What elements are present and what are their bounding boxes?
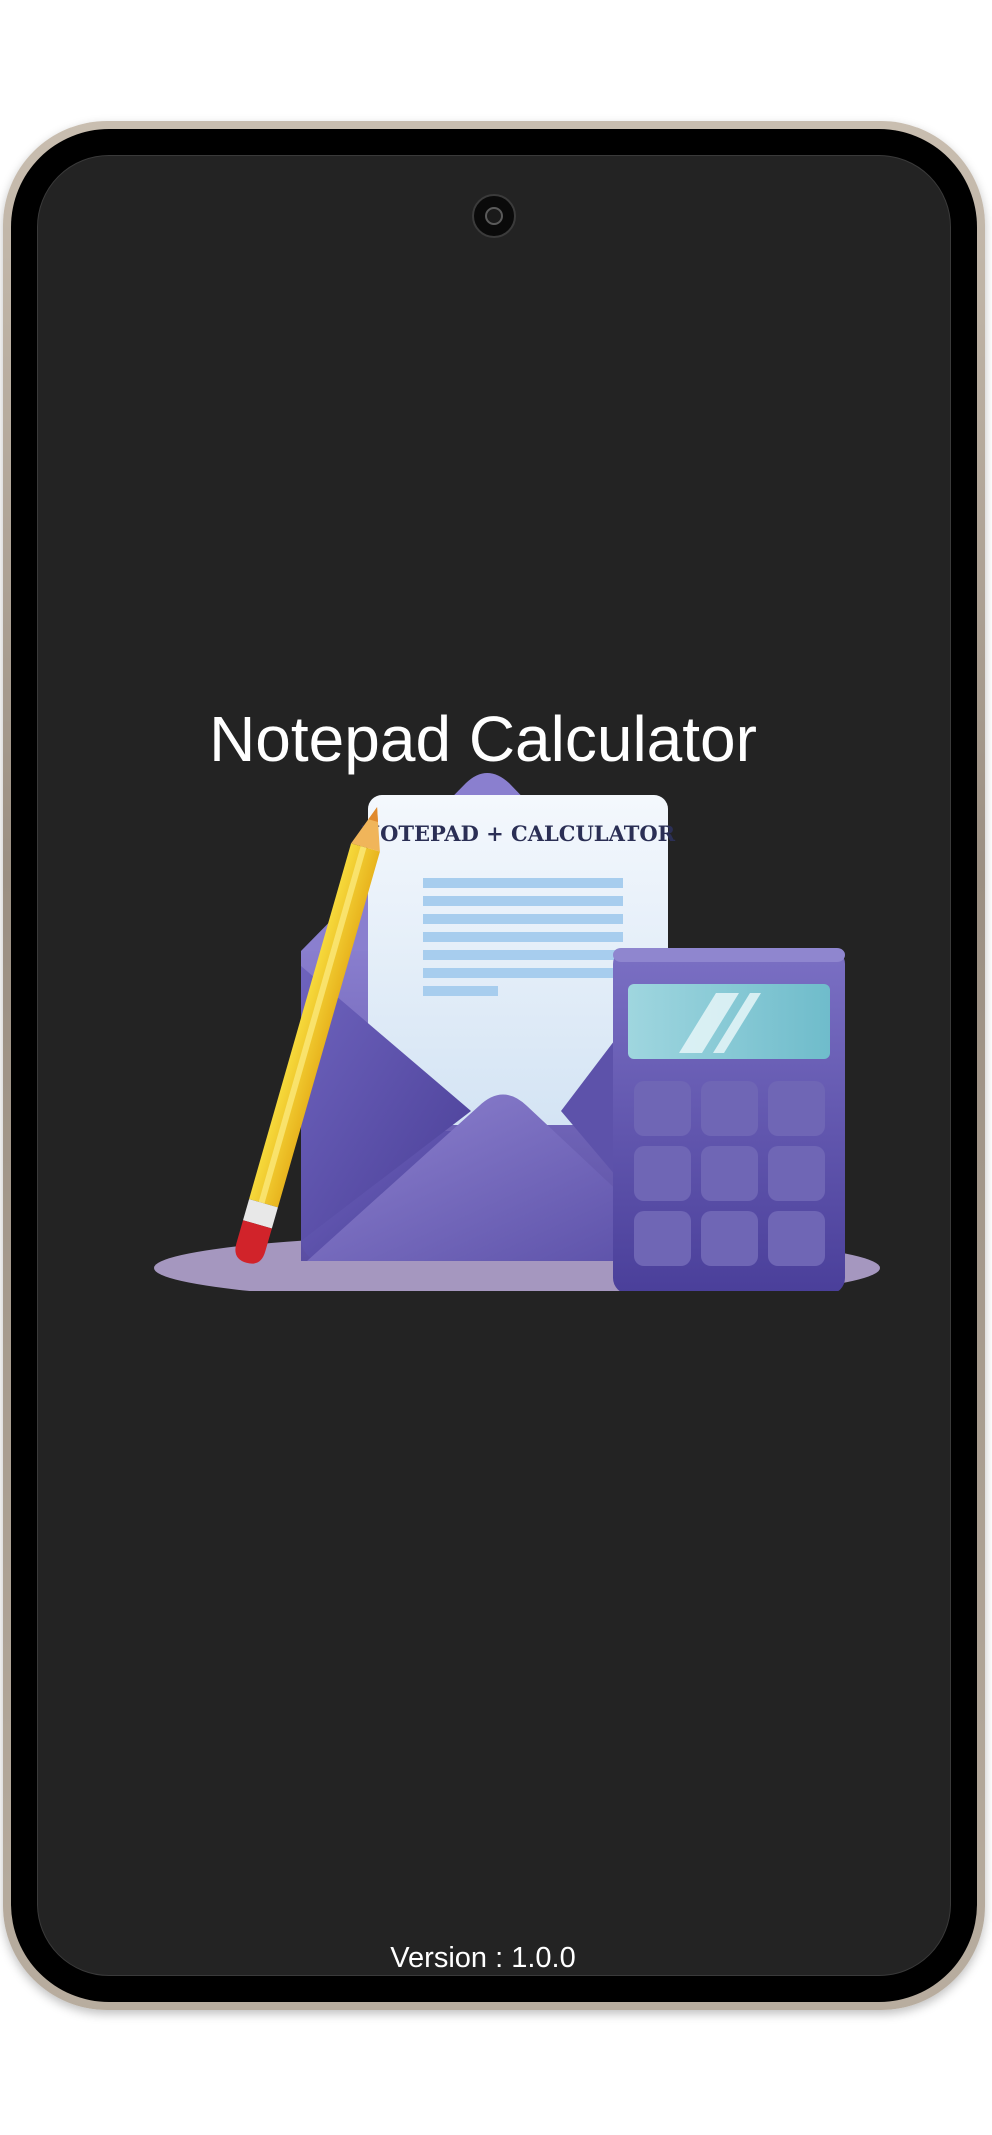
front-camera-icon: [472, 194, 516, 238]
app-title: Notepad Calculator: [209, 703, 757, 775]
page: Notepad Calculator NOTEPAD + CALCULATOR …: [0, 0, 992, 2135]
version-label: Version : 1.0.0: [390, 1942, 576, 1974]
phone-frame: Notepad Calculator NOTEPAD + CALCULATOR …: [3, 121, 985, 2010]
notepad-calculator-illustration: NOTEPAD + CALCULATOR: [154, 773, 880, 1291]
note-header: NOTEPAD + CALCULATOR: [361, 821, 676, 846]
calculator-icon: [613, 948, 845, 1291]
phone-bezel: Notepad Calculator NOTEPAD + CALCULATOR …: [11, 129, 977, 2002]
splash-screen: Notepad Calculator NOTEPAD + CALCULATOR …: [37, 155, 951, 1976]
